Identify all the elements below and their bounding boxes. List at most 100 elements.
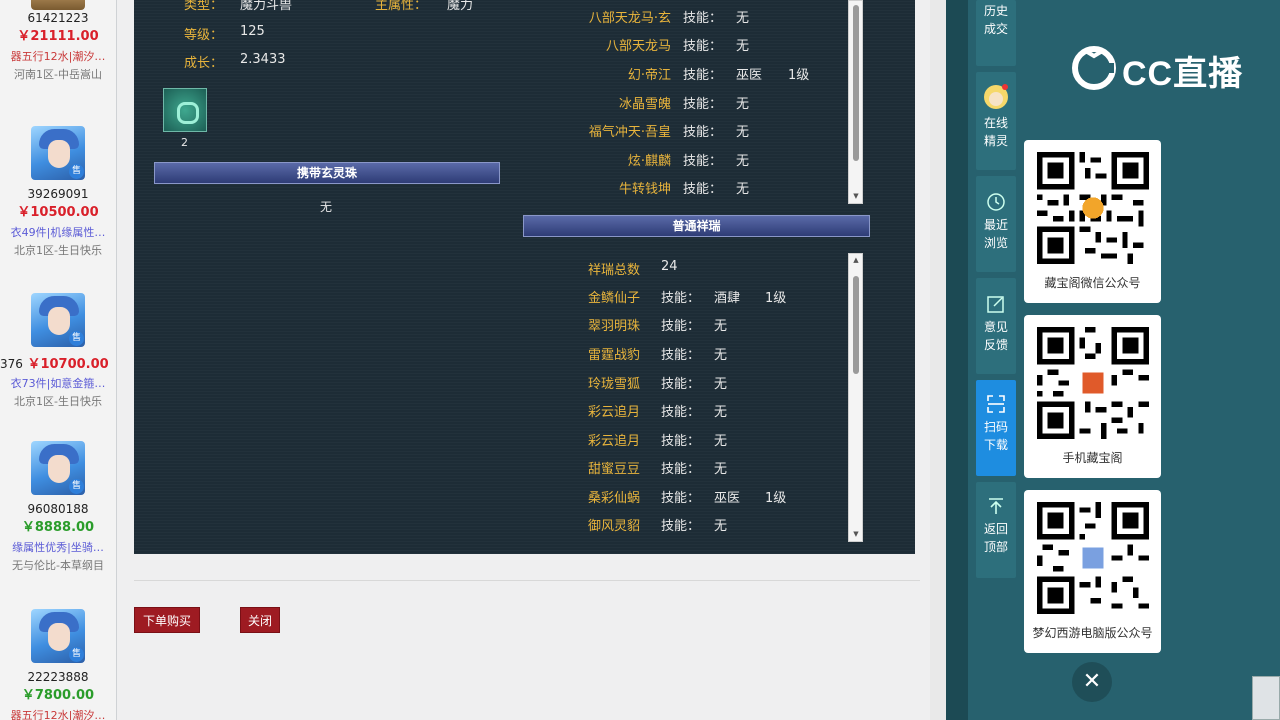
skill-label: 技能：	[661, 519, 701, 534]
mount-name: 八部天龙马	[605, 39, 671, 54]
sell-badge: 售	[69, 647, 84, 662]
carry-orb-value: 无	[320, 200, 333, 214]
rail-online-sprite[interactable]: 在线 精灵	[976, 72, 1016, 170]
skill-value: 无	[714, 377, 728, 392]
scroll-down-icon[interactable]: ▼	[851, 192, 861, 200]
skill-label: 技能：	[661, 291, 701, 306]
common-xiangrui-header: 普通祥瑞	[523, 215, 870, 237]
qr-card-mobile[interactable]: 手机藏宝阁	[1024, 315, 1161, 478]
listing-id: 39269091	[27, 187, 89, 201]
scrollbar-thumb[interactable]	[853, 5, 859, 161]
skill-value: 巫医	[736, 68, 763, 83]
rail-scan-download[interactable]: 扫码 下载	[976, 380, 1016, 476]
listing-desc[interactable]: 衣73件|如意金箍…	[0, 375, 116, 393]
listing-server: 无与伦比-本草纲目	[12, 559, 104, 572]
carry-orb-header: 携带玄灵珠	[154, 162, 500, 184]
rail-label: 历史	[983, 4, 1008, 18]
skill-value: 酒肆	[714, 291, 741, 306]
listing-column: 61421223 ￥21111.00 器五行12水|潮汐… 河南1区-中岳嵩山 …	[0, 0, 116, 720]
skill-value: 无	[714, 319, 728, 334]
skill-value: 无	[714, 462, 728, 477]
growth-value: 2.3433	[240, 52, 286, 67]
sell-badge: 售	[69, 479, 84, 494]
clock-icon	[987, 193, 1005, 211]
rail-feedback[interactable]: 意见 反馈	[976, 278, 1016, 374]
xiangrui-name: 甜蜜豆豆	[588, 462, 641, 477]
listing-desc[interactable]: 器五行12水|潮汐…	[0, 707, 116, 720]
skill-label: 技能：	[683, 154, 723, 169]
pet-skill-icon[interactable]	[163, 88, 207, 132]
listing-thumbnail[interactable]	[31, 0, 85, 10]
skill-value: 无	[714, 348, 728, 363]
listing-item[interactable]: 售 376 ￥10700.00 衣73件|如意金箍… 北京1区-生日快乐	[0, 293, 116, 411]
edit-icon	[987, 296, 1004, 313]
xiangrui-total-value: 24	[661, 259, 678, 274]
level-value: 125	[240, 24, 265, 39]
xiangrui-name: 玲珑雪狐	[588, 377, 641, 392]
xiangrui-name: 雷霆战豹	[588, 348, 641, 363]
level-label: 等级：	[184, 28, 224, 43]
scrollbar-thumb[interactable]	[853, 276, 859, 374]
skill-label: 技能：	[683, 68, 723, 83]
listing-item[interactable]: 售 22223888 ￥7800.00 器五行12水|潮汐…	[0, 609, 116, 720]
listing-item[interactable]: 61421223 ￥21111.00 器五行12水|潮汐… 河南1区-中岳嵩山	[0, 0, 116, 84]
qr-code	[1036, 152, 1149, 264]
skill-value: 无	[714, 405, 728, 420]
qr-caption: 藏宝阁微信公众号	[1044, 276, 1141, 290]
skill-value: 无	[736, 154, 750, 169]
skill-value: 巫医	[714, 491, 741, 506]
rail-history[interactable]: 历史 成交	[976, 0, 1016, 66]
rail-label: 反馈	[983, 338, 1008, 352]
listing-avatar[interactable]: 售	[31, 441, 85, 495]
mount-name: 福气冲天·吾皇	[588, 125, 671, 140]
skill-level: 1级	[788, 68, 810, 83]
close-button[interactable]: 关闭	[240, 607, 280, 633]
buy-button[interactable]: 下单购买	[134, 607, 200, 633]
close-overlay-icon[interactable]: ✕	[1072, 662, 1112, 702]
mount-name: 八部天龙马·玄	[588, 11, 671, 26]
rail-label: 下载	[983, 438, 1008, 452]
listing-avatar[interactable]: 售	[31, 609, 85, 663]
listing-desc[interactable]: 缘属性优秀|坐骑…	[0, 539, 116, 557]
listing-desc[interactable]: 器五行12水|潮汐…	[0, 48, 116, 66]
qr-card-pc[interactable]: 梦幻西游电脑版公众号	[1024, 490, 1161, 653]
side-rail: 历史 成交 在线 精灵 最近 浏览 意见 反馈 扫码 下载 返回 顶部	[976, 0, 1016, 610]
corner-thumbnail	[1252, 676, 1280, 720]
page-scrollbar[interactable]	[930, 0, 946, 720]
skill-label: 技能：	[661, 348, 701, 363]
scroll-up-icon[interactable]: ▲	[851, 256, 861, 264]
skill-label: 技能：	[661, 319, 701, 334]
listing-item[interactable]: 售 96080188 ￥8888.00 缘属性优秀|坐骑… 无与伦比-本草纲目	[0, 441, 116, 575]
xiangrui-name: 桑彩仙蜗	[588, 491, 641, 506]
listing-id-price: 376 ￥10700.00	[0, 353, 116, 375]
listing-price: ￥21111.00	[17, 29, 99, 44]
skill-label: 技能：	[661, 405, 701, 420]
skill-label: 技能：	[683, 182, 723, 197]
xiangrui-name: 御风灵貂	[588, 519, 641, 534]
section-divider	[134, 580, 920, 581]
xiangrui-scrollbar[interactable]: ▲ ▼	[848, 253, 863, 542]
skill-label: 技能：	[661, 377, 701, 392]
qr-card-wechat[interactable]: 藏宝阁微信公众号	[1024, 140, 1161, 303]
rare-mounts-scrollbar[interactable]: ▼	[848, 0, 863, 204]
xiangrui-total-label: 祥瑞总数	[588, 263, 641, 278]
skill-level: 1级	[765, 491, 787, 506]
cc-logo-icon	[1072, 46, 1116, 90]
mount-name: 牛转钱坤	[618, 182, 671, 197]
listing-avatar[interactable]: 售	[31, 293, 85, 347]
listing-price: ￥10700.00	[27, 357, 109, 372]
rail-back-to-top[interactable]: 返回 顶部	[976, 482, 1016, 578]
scroll-down-icon[interactable]: ▼	[851, 530, 861, 538]
mount-name: 冰晶雪魄	[618, 97, 671, 112]
sprite-icon	[984, 84, 1008, 109]
logo-text: CC直播	[1122, 55, 1244, 93]
rail-recent[interactable]: 最近 浏览	[976, 176, 1016, 272]
skill-value: 无	[736, 125, 750, 140]
skill-count: 2	[181, 136, 188, 149]
listing-desc[interactable]: 衣49件|机缘属性…	[0, 224, 116, 242]
listing-avatar[interactable]: 售	[31, 126, 85, 180]
listing-item[interactable]: 售 39269091 ￥10500.00 衣49件|机缘属性… 北京1区-生日快…	[0, 126, 116, 260]
qr-caption: 手机藏宝阁	[1062, 451, 1123, 465]
qr-caption: 梦幻西游电脑版公众号	[1032, 626, 1153, 640]
listing-id: 22223888	[27, 670, 89, 684]
